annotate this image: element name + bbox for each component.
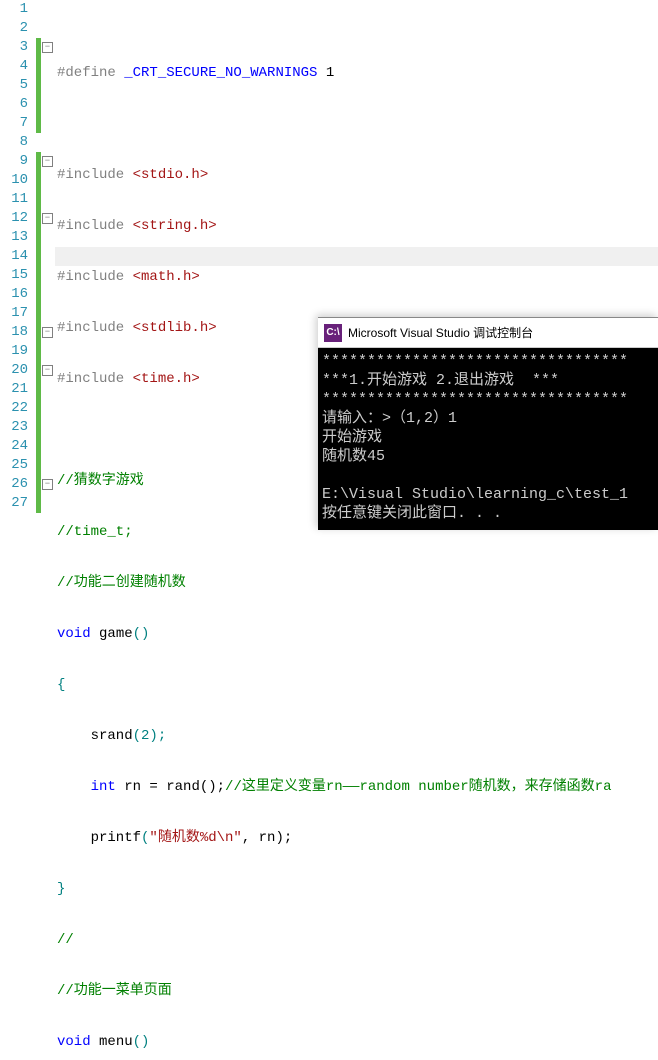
code-line[interactable]: void game()	[57, 625, 658, 644]
code-line[interactable]: #include <math.h>	[57, 268, 658, 287]
fold-toggle-icon[interactable]: −	[42, 365, 53, 376]
code-line[interactable]: }	[57, 880, 658, 899]
code-line[interactable]	[57, 115, 658, 134]
fold-toggle-icon[interactable]: −	[42, 213, 53, 224]
console-output[interactable]: ********************************** ***1.…	[318, 348, 658, 527]
code-line[interactable]: void menu()	[57, 1033, 658, 1052]
code-line[interactable]: #include <stdio.h>	[57, 166, 658, 185]
code-line[interactable]: {	[57, 676, 658, 695]
fold-column: − − − − − −	[41, 0, 55, 530]
console-titlebar[interactable]: C:\ Microsoft Visual Studio 调试控制台	[318, 318, 658, 348]
code-line[interactable]: //功能一菜单页面	[57, 982, 658, 1001]
fold-toggle-icon[interactable]: −	[42, 479, 53, 490]
fold-toggle-icon[interactable]: −	[42, 42, 53, 53]
code-line[interactable]: //	[57, 931, 658, 950]
code-line[interactable]: #define _CRT_SECURE_NO_WARNINGS 1	[57, 64, 658, 83]
code-line[interactable]: //功能二创建随机数	[57, 574, 658, 593]
code-line[interactable]: printf("随机数%d\n", rn);	[57, 829, 658, 848]
code-line[interactable]: #include <string.h>	[57, 217, 658, 236]
line-number-gutter: 1 2 3 4 5 6 7 8 9 10 11 12 13 14 15 16 1…	[0, 0, 36, 530]
fold-toggle-icon[interactable]: −	[42, 327, 53, 338]
console-title: Microsoft Visual Studio 调试控制台	[348, 324, 533, 341]
console-app-icon: C:\	[324, 324, 342, 342]
code-line[interactable]: srand(2);	[57, 727, 658, 746]
code-line[interactable]: int rn = rand();//这里定义变量rn——random numbe…	[57, 778, 658, 797]
debug-console-window[interactable]: C:\ Microsoft Visual Studio 调试控制台 ******…	[318, 317, 658, 530]
fold-toggle-icon[interactable]: −	[42, 156, 53, 167]
